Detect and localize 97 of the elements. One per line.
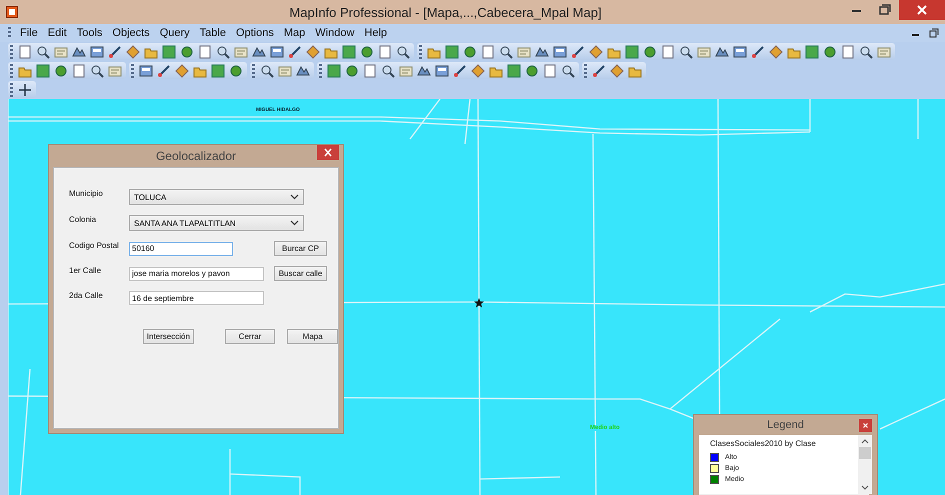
tool-icon[interactable] — [71, 62, 87, 78]
grip-handle[interactable] — [10, 82, 13, 96]
tool-icon[interactable] — [269, 44, 285, 60]
search-button[interactable]: Buscar calle — [274, 266, 327, 281]
tool-icon[interactable] — [359, 44, 375, 60]
grip-handle[interactable] — [131, 64, 134, 78]
text-field[interactable]: 16 de septiembre — [129, 291, 264, 305]
close-icon[interactable] — [899, 0, 945, 20]
menu-item[interactable]: Query — [154, 27, 195, 39]
tool-icon[interactable] — [732, 44, 748, 60]
dialog-button[interactable]: Mapa — [287, 329, 338, 344]
dropdown[interactable]: SANTA ANA TLAPALTITLAN — [129, 215, 304, 231]
chevron-down-icon — [290, 220, 299, 226]
search-button[interactable]: Burcar CP — [274, 241, 327, 256]
field-label: Municipio — [69, 189, 104, 198]
tool-icon[interactable] — [326, 62, 342, 78]
tool-icon[interactable] — [179, 44, 195, 60]
tool-icon[interactable] — [560, 62, 576, 78]
menu-item[interactable]: File — [15, 27, 43, 39]
tool-icon[interactable] — [287, 44, 303, 60]
legend-title: Legend — [767, 419, 804, 431]
tool-icon[interactable] — [197, 44, 213, 60]
dropdown[interactable]: TOLUCA — [129, 189, 304, 205]
tool-icon[interactable] — [570, 44, 586, 60]
tool-icon[interactable] — [210, 62, 226, 78]
tool-icon[interactable] — [17, 82, 33, 98]
tool-icon[interactable] — [35, 44, 51, 60]
dialog-button[interactable]: Intersección — [143, 329, 194, 344]
field-label: 1er Calle — [69, 266, 102, 275]
tool-icon[interactable] — [542, 62, 558, 78]
star-icon — [474, 298, 484, 308]
tool-icon[interactable] — [259, 62, 275, 78]
menu-item[interactable]: Map — [278, 27, 310, 39]
grip-handle[interactable] — [10, 44, 13, 58]
grip-handle[interactable] — [584, 64, 587, 78]
tool-icon[interactable] — [858, 44, 874, 60]
app-icon — [6, 6, 18, 18]
tool-icon[interactable] — [107, 44, 123, 60]
text-field[interactable]: 50160 — [129, 242, 233, 256]
text-field[interactable]: jose maria morelos y pavon — [129, 266, 264, 280]
tool-icon[interactable] — [591, 62, 607, 78]
menu-item[interactable]: Objects — [107, 27, 155, 39]
tool-icon[interactable] — [506, 62, 522, 78]
chevron-down-icon — [290, 194, 299, 200]
tool-icon[interactable] — [395, 44, 411, 60]
tool-icon[interactable] — [53, 62, 69, 78]
tool-icon[interactable] — [642, 44, 658, 60]
close-icon[interactable] — [317, 145, 339, 160]
tool-icon[interactable] — [660, 44, 676, 60]
tool-icon[interactable] — [380, 62, 396, 78]
tool-icon[interactable] — [678, 44, 694, 60]
close-icon[interactable] — [859, 419, 872, 432]
field-label: Colonia — [69, 215, 98, 224]
menu-item[interactable]: Help — [359, 27, 392, 39]
grip-handle[interactable] — [252, 64, 255, 78]
tool-icon[interactable] — [452, 62, 468, 78]
window-title: MapInfo Professional - [Mapa,...,Cabecera_Mpal Map] — [288, 4, 603, 20]
field-label: Codigo Postal — [69, 241, 120, 250]
tool-icon[interactable] — [215, 44, 231, 60]
menu-item[interactable]: Window — [310, 27, 360, 39]
grip-handle[interactable] — [319, 64, 322, 78]
grip-handle[interactable] — [8, 27, 11, 39]
tool-icon[interactable] — [444, 44, 460, 60]
tool-icon[interactable] — [89, 62, 105, 78]
grip-handle[interactable] — [419, 44, 422, 58]
menu-item[interactable]: Options — [230, 27, 279, 39]
tool-icon[interactable] — [89, 44, 105, 60]
tool-icon[interactable] — [17, 44, 33, 60]
tool-icon[interactable] — [804, 44, 820, 60]
menu-item[interactable]: Tools — [72, 27, 108, 39]
tool-icon[interactable] — [344, 62, 360, 78]
restore-icon[interactable] — [929, 28, 939, 38]
tool-icon[interactable] — [498, 44, 514, 60]
tool-icon[interactable] — [228, 62, 244, 78]
tool-icon[interactable] — [822, 44, 838, 60]
tool-icon[interactable] — [524, 62, 540, 78]
tool-icon[interactable] — [462, 44, 478, 60]
tool-icon[interactable] — [341, 44, 357, 60]
tool-icon[interactable] — [156, 62, 172, 78]
dialog-button[interactable]: Cerrar — [224, 329, 276, 344]
grip-handle[interactable] — [10, 64, 13, 78]
tool-icon[interactable] — [434, 62, 450, 78]
tool-icon[interactable] — [750, 44, 766, 60]
legend-layer-name: ClasesSociales2010 by Clase — [710, 439, 817, 448]
tool-icon[interactable] — [624, 44, 640, 60]
tool-icon[interactable] — [377, 44, 393, 60]
menu-item[interactable]: Table — [194, 27, 231, 39]
tool-icon[interactable] — [138, 62, 154, 78]
field-label: 2da Calle — [69, 291, 104, 300]
tool-icon[interactable] — [552, 44, 568, 60]
tool-icon[interactable] — [35, 62, 51, 78]
tool-icon[interactable] — [161, 44, 177, 60]
tool-icon[interactable] — [362, 62, 378, 78]
tool-icon[interactable] — [840, 44, 856, 60]
menu-item[interactable]: Edit — [42, 27, 72, 39]
dialog-title: Geolocalizador — [156, 149, 236, 163]
tool-icon[interactable] — [480, 44, 496, 60]
